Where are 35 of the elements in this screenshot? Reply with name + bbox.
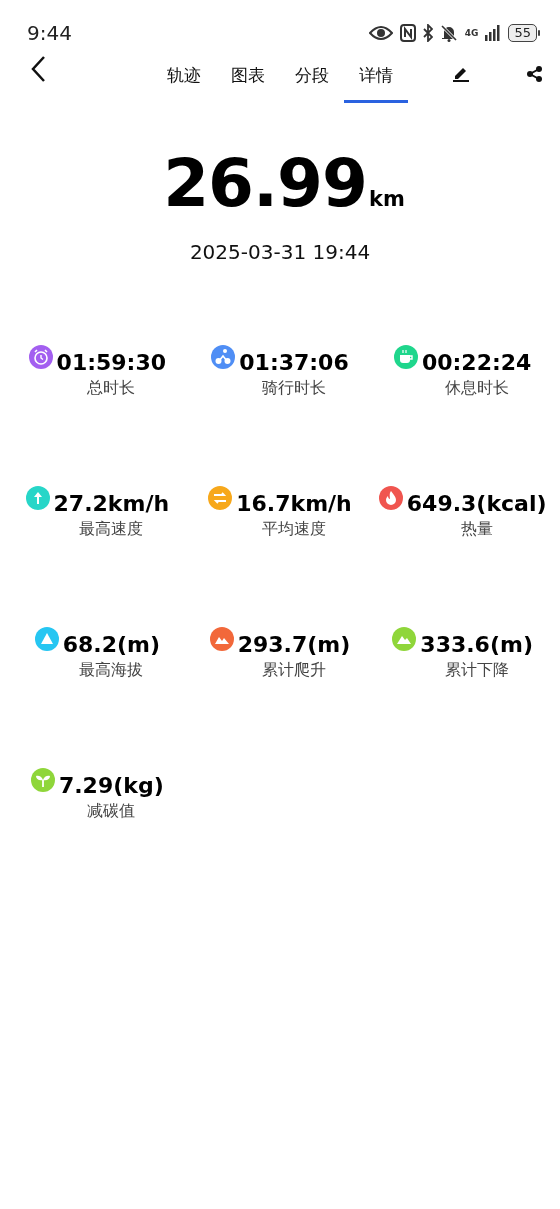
stat-value: 27.2km/h [53, 490, 170, 518]
tab[interactable]: 图表 [216, 47, 280, 103]
stat-label: 最高海拔 [79, 660, 144, 681]
bluetooth-icon [422, 24, 433, 42]
signal-icon [485, 25, 502, 41]
stat-value: 649.3(kcal) [406, 490, 547, 518]
stat-label: 骑行时长 [262, 378, 326, 399]
bell-off-icon [439, 24, 458, 42]
stat-label: 最高速度 [79, 519, 144, 540]
battery-level: 55 [508, 24, 537, 42]
tab[interactable]: 详情 [344, 47, 408, 103]
stat-label: 平均速度 [262, 519, 326, 540]
stat-value: 333.6(m) [420, 631, 533, 659]
stat-value: 293.7(m) [237, 631, 351, 659]
stat-label: 热量 [460, 519, 493, 540]
stat-value: 01:37:06 [239, 349, 349, 377]
distance-unit: km [368, 187, 405, 211]
tab[interactable]: 轨迹 [152, 47, 216, 103]
stat-label: 休息时长 [444, 378, 509, 399]
stat-value: 16.7km/h [236, 490, 352, 518]
stat-value: 01:59:30 [56, 349, 167, 377]
ride-date: 2025-03-31 19:44 [189, 240, 371, 264]
stat-label: 总时长 [87, 378, 136, 399]
distance-value: 26.99 [163, 145, 367, 222]
clock-time: 9:44 [27, 21, 72, 45]
nfc-icon [399, 24, 416, 42]
stat-value: 00:22:24 [421, 349, 532, 377]
stat-label: 累计爬升 [262, 660, 326, 681]
stat-value: 7.29(kg) [58, 772, 164, 800]
tab[interactable]: 分段 [280, 47, 344, 103]
stat-label: 累计下降 [444, 660, 509, 681]
eye-icon [368, 25, 393, 41]
stat-label: 减碳值 [87, 801, 136, 822]
network-type: 4G [464, 28, 479, 38]
stat-value: 68.2(m) [62, 631, 160, 659]
